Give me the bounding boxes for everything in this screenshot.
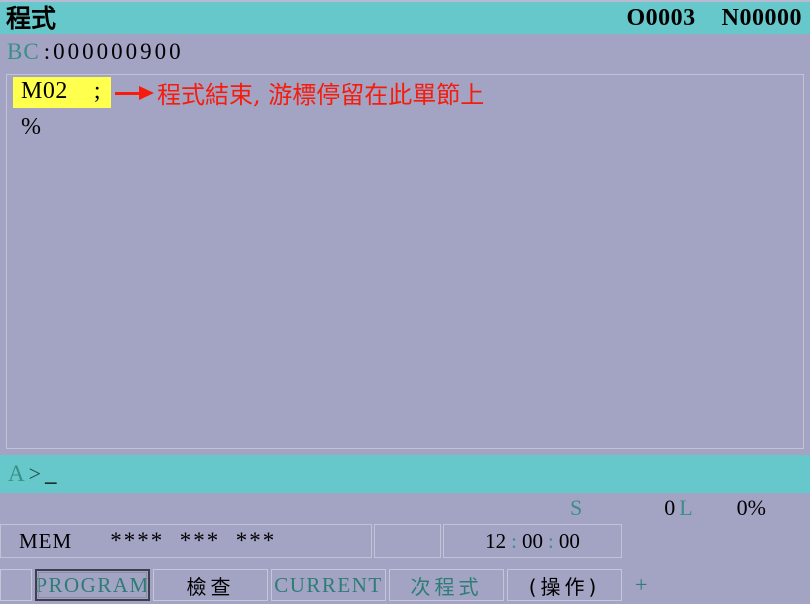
bc-line: BC : 000000900 xyxy=(0,34,810,69)
title-bar: 程式 O0003 N00000 xyxy=(0,0,810,34)
soft-key-next-program[interactable]: 次程式 xyxy=(389,569,504,601)
spindle-label: S xyxy=(569,495,583,520)
override-value: 0% xyxy=(736,495,766,520)
program-identifiers: O0003 N00000 xyxy=(626,5,802,32)
soft-key-label: CURRENT xyxy=(274,572,383,597)
program-line-1[interactable]: M02 ; 程式結束, 游標停留在此單節上 xyxy=(7,75,803,110)
status-blank-cell-1 xyxy=(374,524,441,558)
spindle-speed-value: 0 xyxy=(664,495,676,520)
input-cursor: _ xyxy=(45,461,57,486)
program-number: O0003 xyxy=(626,4,696,31)
soft-key-bar: PROGRAM 檢查 CURRENT 次程式 (操作) + xyxy=(0,566,810,604)
clock-hours: 12 xyxy=(485,528,507,553)
mode-status-cell: MEM **** *** *** xyxy=(0,524,372,558)
bc-separator: : xyxy=(43,38,51,64)
status-blank-cell-2 xyxy=(624,524,808,558)
soft-key-label: 次程式 xyxy=(410,574,483,599)
program-line-2[interactable]: % xyxy=(7,110,803,145)
soft-key-operation[interactable]: (操作) xyxy=(507,569,622,601)
arrow-right-icon xyxy=(115,85,157,100)
soft-key-label: (操作) xyxy=(528,574,601,599)
sequence-number: N00000 xyxy=(721,4,802,31)
annotation-text: 程式結束, 游標停留在此單節上 xyxy=(157,81,485,109)
input-prompt: > xyxy=(28,461,42,486)
annotation-group: 程式結束, 游標停留在此單節上 xyxy=(115,75,484,110)
clock-colon-1: : xyxy=(511,528,517,553)
program-end-marker: % xyxy=(21,113,41,140)
program-content-area[interactable]: M02 ; 程式結束, 游標停留在此單節上 % xyxy=(6,74,804,449)
operating-mode: MEM xyxy=(19,528,73,553)
bc-label: BC xyxy=(7,38,40,64)
cnc-screen: 程式 O0003 N00000 BC : 000000900 M02 ; 程式結… xyxy=(0,0,810,604)
soft-key-more[interactable]: + xyxy=(627,569,657,601)
tool-label: L xyxy=(679,495,693,520)
command-input-line[interactable]: A > _ xyxy=(0,455,810,493)
soft-key-current[interactable]: CURRENT xyxy=(271,569,386,601)
bc-value: 000000900 xyxy=(53,38,184,64)
page-title: 程式 xyxy=(6,3,57,33)
input-prefix: A xyxy=(8,461,25,486)
cursor-highlighted-block[interactable]: M02 ; xyxy=(13,77,112,108)
clock-colon-2: : xyxy=(548,528,554,553)
soft-key-label: PROGRAM xyxy=(35,572,150,597)
clock-seconds: 00 xyxy=(558,528,580,553)
clock-cell: 12 : 00 : 00 xyxy=(443,524,622,558)
soft-key-check[interactable]: 檢查 xyxy=(153,569,268,601)
clock-minutes: 00 xyxy=(522,528,543,553)
alarm-flags: **** *** *** xyxy=(110,528,277,553)
spindle-status-line: S 0 L 0% xyxy=(0,493,810,523)
status-bar: MEM **** *** *** 12 : 00 : 00 xyxy=(0,524,810,558)
soft-key-program[interactable]: PROGRAM xyxy=(35,569,150,601)
soft-key-label: 檢查 xyxy=(186,574,235,599)
soft-key-left-edge[interactable] xyxy=(0,569,32,601)
